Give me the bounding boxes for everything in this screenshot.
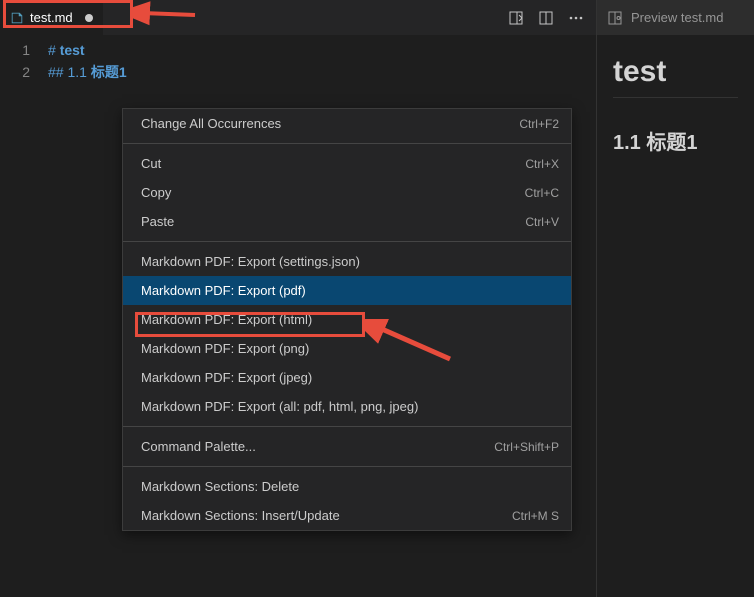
menu-md-export-all[interactable]: Markdown PDF: Export (all: pdf, html, pn…: [123, 392, 571, 421]
menu-md-sections-insert[interactable]: Markdown Sections: Insert/Update Ctrl+M …: [123, 501, 571, 530]
menu-separator: [123, 241, 571, 242]
menu-change-all-occurrences[interactable]: Change All Occurrences Ctrl+F2: [123, 109, 571, 138]
menu-paste[interactable]: Paste Ctrl+V: [123, 207, 571, 236]
split-editor-icon[interactable]: [538, 10, 554, 26]
menu-md-export-pdf[interactable]: Markdown PDF: Export (pdf): [123, 276, 571, 305]
line-number: 1: [0, 39, 30, 61]
tab-filename: test.md: [30, 10, 73, 25]
code-line-2: ## 1.1 标题1: [48, 61, 127, 83]
menu-md-export-jpeg[interactable]: Markdown PDF: Export (jpeg): [123, 363, 571, 392]
modified-indicator-icon: [85, 14, 93, 22]
line-gutter: 1 2: [0, 39, 48, 83]
preview-icon: [607, 10, 623, 26]
menu-md-export-settings[interactable]: Markdown PDF: Export (settings.json): [123, 247, 571, 276]
line-number: 2: [0, 61, 30, 83]
tab-actions: [508, 10, 596, 26]
preview-tab[interactable]: Preview test.md: [597, 0, 754, 35]
tab-bar: test.md: [0, 0, 596, 35]
menu-md-sections-delete[interactable]: Markdown Sections: Delete: [123, 472, 571, 501]
preview-body: test 1.1 标题1: [597, 35, 754, 181]
menu-md-export-html[interactable]: Markdown PDF: Export (html): [123, 305, 571, 334]
context-menu: Change All Occurrences Ctrl+F2 Cut Ctrl+…: [122, 108, 572, 531]
menu-separator: [123, 426, 571, 427]
preview-tab-label: Preview test.md: [631, 10, 723, 25]
menu-separator: [123, 143, 571, 144]
preview-pane: Preview test.md test 1.1 标题1: [596, 0, 754, 597]
markdown-file-icon: [10, 11, 24, 25]
menu-command-palette[interactable]: Command Palette... Ctrl+Shift+P: [123, 432, 571, 461]
editor-content[interactable]: 1 2 # test ## 1.1 标题1: [0, 35, 596, 83]
more-actions-icon[interactable]: [568, 10, 584, 26]
open-preview-side-icon[interactable]: [508, 10, 524, 26]
menu-md-export-png[interactable]: Markdown PDF: Export (png): [123, 334, 571, 363]
preview-h1: test: [613, 55, 738, 98]
menu-copy[interactable]: Copy Ctrl+C: [123, 178, 571, 207]
code-line-1: # test: [48, 39, 127, 61]
menu-cut[interactable]: Cut Ctrl+X: [123, 149, 571, 178]
code-lines[interactable]: # test ## 1.1 标题1: [48, 39, 127, 83]
menu-separator: [123, 466, 571, 467]
editor-tab-testmd[interactable]: test.md: [0, 0, 103, 35]
preview-h2: 1.1 标题1: [613, 126, 738, 161]
